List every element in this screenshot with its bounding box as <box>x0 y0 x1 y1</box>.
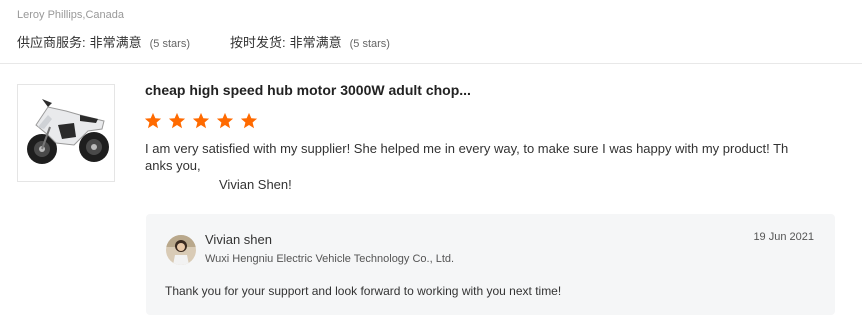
rating-label: 按时发货: <box>229 35 286 50</box>
rating-on-time-delivery: 按时发货: 非常满意 (5 stars) <box>230 32 390 51</box>
rating-stars-text: (5 stars) <box>349 38 390 50</box>
reply-text: Thank you for your support and look forw… <box>165 284 562 298</box>
star-icon <box>144 112 162 129</box>
avatar <box>166 235 196 265</box>
supplier-reply: Vivian shen Wuxi Hengniu Electric Vehicl… <box>146 214 835 315</box>
reviewer-name-location: Leroy Phillips,Canada <box>17 9 125 21</box>
reply-date: 19 Jun 2021 <box>753 231 814 243</box>
motorcycle-image <box>18 85 114 181</box>
product-image[interactable] <box>17 84 115 182</box>
rating-stars-text: (5 stars) <box>149 38 190 50</box>
star-icon <box>168 112 186 129</box>
review-signature: Vivian Shen! <box>219 177 292 192</box>
review-text: I am very satisfied with my supplier! Sh… <box>145 141 789 173</box>
supplier-ratings: 供应商服务: 非常满意 (5 stars) 按时发货: 非常满意 (5 star… <box>17 32 390 51</box>
star-icon <box>216 112 234 129</box>
review-star-rating <box>144 112 264 130</box>
section-divider <box>0 63 862 64</box>
rating-supplier-service: 供应商服务: 非常满意 (5 stars) <box>17 32 190 51</box>
avatar-image <box>166 235 196 265</box>
rating-value: 非常满意 <box>89 35 142 50</box>
reply-author-name: Vivian shen <box>205 232 272 247</box>
rating-label: 供应商服务: <box>17 35 86 50</box>
star-icon <box>192 112 210 129</box>
reply-company-name: Wuxi Hengniu Electric Vehicle Technology… <box>205 253 455 265</box>
rating-value: 非常满意 <box>289 35 342 50</box>
star-icon <box>240 112 258 129</box>
product-title-link[interactable]: cheap high speed hub motor 3000W adult c… <box>145 82 471 98</box>
